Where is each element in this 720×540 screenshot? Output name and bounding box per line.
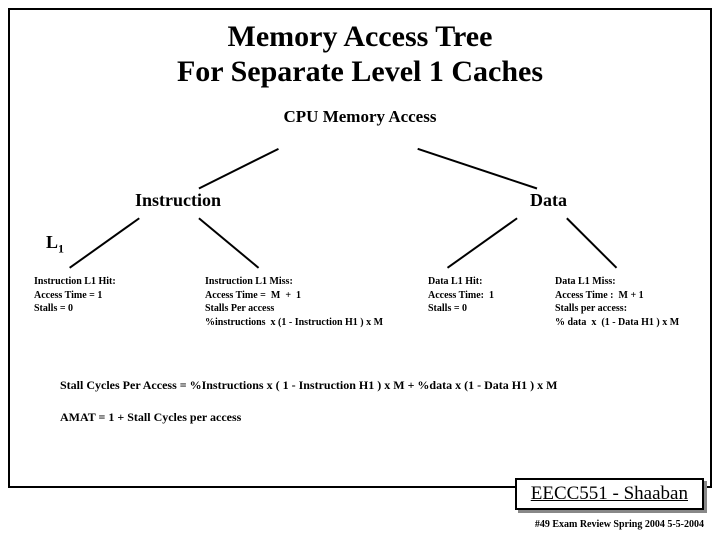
leaf-instr-miss: Instruction L1 Miss: Access Time = M + 1…: [205, 275, 383, 329]
data-node: Data: [530, 190, 567, 211]
leaf-data-miss: Data L1 Miss: Access Time : M + 1 Stalls…: [555, 275, 679, 329]
root-node: CPU Memory Access: [10, 107, 710, 127]
l1-sub: 1: [58, 242, 64, 256]
l1-pre: L: [46, 232, 58, 252]
slide-title: Memory Access Tree For Separate Level 1 …: [10, 20, 710, 89]
l1-label: L1: [46, 232, 64, 257]
formula-amat: AMAT = 1 + Stall Cycles per access: [60, 410, 241, 425]
footer-text: EECC551 - Shaaban: [531, 483, 688, 504]
leaf-data-hit: Data L1 Hit: Access Time: 1 Stalls = 0: [428, 275, 494, 316]
title-line2: For Separate Level 1 Caches: [177, 55, 543, 88]
slide-frame: Memory Access Tree For Separate Level 1 …: [8, 8, 712, 488]
slide-number: #49 Exam Review Spring 2004 5-5-2004: [535, 519, 704, 530]
leaf-instr-hit: Instruction L1 Hit: Access Time = 1 Stal…: [34, 275, 116, 316]
title-line1: Memory Access Tree: [228, 20, 493, 53]
instruction-node: Instruction: [135, 190, 221, 211]
footer-attribution: EECC551 - Shaaban: [515, 478, 704, 510]
formula-stall: Stall Cycles Per Access = %Instructions …: [60, 378, 557, 393]
